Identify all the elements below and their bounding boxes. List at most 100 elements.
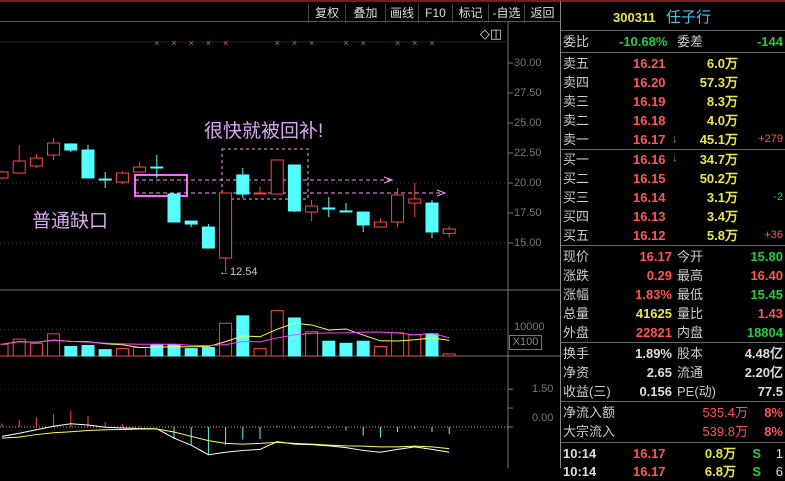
label: 委差 bbox=[677, 34, 704, 49]
candle-body bbox=[29, 157, 43, 167]
level-label: 买三 bbox=[563, 190, 590, 205]
level-label: 买四 bbox=[563, 209, 590, 224]
volume-bar bbox=[81, 344, 95, 357]
tick-row: 10:14 16.17 0.8万 S 1 bbox=[561, 444, 785, 463]
level-label: 卖二 bbox=[563, 113, 590, 128]
signal-marker: × bbox=[429, 38, 434, 48]
stat-label: 内盘 bbox=[677, 325, 704, 340]
signal-marker: × bbox=[275, 38, 280, 48]
candle-body bbox=[115, 172, 129, 183]
macd-axis-label: 0.00 bbox=[532, 412, 554, 424]
stat-value: 16.40 bbox=[750, 268, 783, 283]
candle-body bbox=[270, 159, 284, 195]
volume-bar bbox=[64, 345, 78, 357]
toolbar-button-5[interactable]: -自选 bbox=[488, 4, 524, 23]
fund-value: 1.89% bbox=[635, 346, 672, 361]
level-volume: 57.3万 bbox=[699, 75, 738, 90]
signal-marker: × bbox=[189, 38, 194, 48]
level-label: 卖三 bbox=[563, 94, 590, 109]
bids-row: 买二 16.15 50.2万 bbox=[561, 169, 785, 188]
level-label: 买二 bbox=[563, 171, 590, 186]
candle-body bbox=[64, 143, 78, 151]
price-axis-label: 17.50 bbox=[514, 207, 542, 219]
asks-row: 卖二 16.18 4.0万 bbox=[561, 111, 785, 130]
level-volume: 3.1万 bbox=[706, 190, 738, 205]
kline-chart[interactable]: × × × × × × × × × × × × × bbox=[0, 0, 560, 468]
volume-axis-label: 10000 bbox=[514, 321, 545, 333]
signal-marker: × bbox=[223, 38, 228, 48]
level-label: 买一 bbox=[563, 152, 590, 167]
volume-bar bbox=[305, 331, 319, 357]
candle-body bbox=[12, 160, 26, 174]
volume-bar bbox=[184, 348, 198, 357]
toolbar-button-6[interactable]: 返回 bbox=[524, 4, 560, 23]
flow-value: 535.4万 bbox=[702, 405, 748, 420]
price-axis-label: 25.00 bbox=[514, 117, 542, 129]
candle-body bbox=[408, 198, 422, 204]
tick-volume: 0.8万 bbox=[704, 446, 736, 461]
toolbar-button-2[interactable]: 画线 bbox=[385, 4, 418, 23]
signal-marker: × bbox=[154, 38, 159, 48]
candle-body bbox=[287, 164, 301, 212]
level-price: 16.19 bbox=[633, 94, 666, 109]
annotation-filled: 很快就被回补! bbox=[204, 121, 324, 142]
fund-label: PE(动) bbox=[677, 384, 717, 399]
quote-panel: 300311 任子行 委比 -10.68% 委差 -144 卖五 16.21 6… bbox=[560, 0, 785, 479]
level-price: 16.14 bbox=[633, 190, 666, 205]
volume-bar bbox=[115, 348, 129, 357]
candle-body bbox=[133, 166, 147, 173]
level-volume: 34.7万 bbox=[699, 152, 738, 167]
stock-name: 任子行 bbox=[666, 9, 712, 26]
stat-value: 1.83% bbox=[635, 287, 672, 302]
flow-percent: 8% bbox=[764, 405, 783, 420]
flow-label: 大宗流入 bbox=[563, 424, 616, 439]
tick-side: S bbox=[752, 464, 761, 479]
level-price: 16.16 bbox=[633, 152, 666, 167]
volume-bar bbox=[391, 332, 405, 357]
stock-code: 300311 bbox=[613, 10, 656, 25]
fund-value: 0.156 bbox=[639, 384, 672, 399]
volume-bar bbox=[201, 347, 215, 357]
signal-marker: × bbox=[395, 38, 400, 48]
fund-label: 净资 bbox=[563, 365, 590, 380]
bids-row: 买三 16.14 3.1万 -2 bbox=[561, 188, 785, 207]
level-label: 卖一 bbox=[563, 132, 590, 147]
candle-body bbox=[236, 174, 250, 195]
tick-time: 10:14 bbox=[563, 446, 597, 461]
toolbar-button-1[interactable]: 叠加 bbox=[345, 4, 385, 23]
value: -144 bbox=[756, 34, 783, 49]
stat-label: 涨幅 bbox=[563, 287, 590, 302]
level-change: +36 bbox=[764, 229, 783, 241]
stat-label: 最低 bbox=[677, 287, 704, 302]
level-label: 卖五 bbox=[563, 56, 590, 71]
candle-body bbox=[201, 226, 215, 249]
signal-marker: × bbox=[309, 38, 314, 48]
level-volume: 50.2万 bbox=[699, 171, 738, 186]
tick-price: 16.17 bbox=[633, 446, 666, 461]
volume-bar bbox=[150, 343, 164, 357]
price-axis-label: 20.00 bbox=[514, 177, 542, 189]
stat-row: 涨幅 1.83% 最低 15.45 bbox=[561, 285, 785, 304]
panel-toggle-icon[interactable]: ◫ bbox=[490, 26, 502, 41]
level-change: +279 bbox=[758, 133, 783, 145]
toolbar-button-0[interactable]: 复权 bbox=[308, 4, 345, 23]
asks-row: 卖四 16.20 57.3万 bbox=[561, 73, 785, 92]
toolbar-button-4[interactable]: 标记 bbox=[452, 4, 488, 23]
volume-unit-label: X100 bbox=[509, 335, 542, 350]
candle-body bbox=[322, 207, 336, 210]
volume-bar bbox=[408, 334, 422, 357]
volume-bar bbox=[219, 322, 233, 357]
fund-label: 股本 bbox=[677, 346, 704, 361]
chart-icons[interactable]: ◇◫ bbox=[476, 24, 506, 43]
stat-row: 总量 41625 量比 1.43 bbox=[561, 304, 785, 323]
flow-value: 539.8万 bbox=[702, 424, 748, 439]
volume-bar bbox=[0, 343, 9, 357]
diamond-icon[interactable]: ◇ bbox=[480, 26, 490, 41]
stat-label: 最高 bbox=[677, 268, 704, 283]
toolbar-button-3[interactable]: F10 bbox=[418, 4, 452, 23]
level-volume: 4.0万 bbox=[706, 113, 738, 128]
level-price: 16.13 bbox=[633, 209, 666, 224]
stat-value: 1.43 bbox=[757, 306, 783, 321]
tick-count: 1 bbox=[775, 446, 783, 461]
candle-body bbox=[339, 210, 353, 213]
